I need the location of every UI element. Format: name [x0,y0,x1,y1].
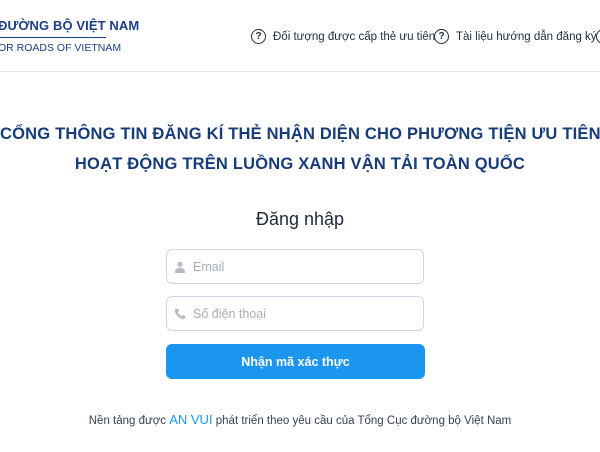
nav-more-link[interactable]: ? [596,29,600,44]
brand-logo[interactable]: ĐƯỜNG BỘ VIỆT NAM OR ROADS OF VIETNAM [0,18,139,54]
brand-divider [0,37,106,38]
question-circle-icon: ? [251,29,266,44]
footer-prefix: Nền tảng được [88,415,167,427]
login-heading: Đăng nhập [255,209,345,229]
nav-eligible-subjects-label: Đối tượng được cấp thẻ ưu tiên [273,30,436,43]
phone-icon [167,308,193,320]
page-title-line2: HOẠT ĐỘNG TRÊN LUỒNG XANH VẬN TẢI TOÀN Q… [74,155,526,173]
footer-suffix: phát triển theo yêu cầu của Tổng Cục đườ… [215,415,512,427]
footer-credit: Nền tảng được AN VUI phát triển theo yêu… [0,412,600,427]
phone-input[interactable] [193,306,403,321]
question-circle-icon: ? [596,29,600,44]
question-circle-icon: ? [434,29,449,44]
user-icon [167,261,193,273]
email-field-container [166,249,424,284]
top-header: ĐƯỜNG BỘ VIỆT NAM OR ROADS OF VIETNAM ? … [0,0,600,72]
page-title-line1: CỔNG THÔNG TIN ĐĂNG KÍ THẺ NHẬN DIỆN CHO… [0,125,600,143]
footer-brand-link[interactable]: AN VUI [169,412,212,427]
phone-field-container [166,296,424,331]
brand-name: ĐƯỜNG BỘ VIỆT NAM [0,18,140,33]
nav-eligible-subjects-link[interactable]: ? Đối tượng được cấp thẻ ưu tiên [251,29,435,44]
nav-registration-guide-label: Tài liệu hướng dẫn đăng ký [456,30,597,43]
get-verification-code-button[interactable]: Nhận mã xác thực [166,344,425,379]
nav-registration-guide-link[interactable]: ? Tài liệu hướng dẫn đăng ký [434,29,597,44]
email-input[interactable] [193,259,403,274]
brand-subtitle: OR ROADS OF VIETNAM [0,42,122,54]
